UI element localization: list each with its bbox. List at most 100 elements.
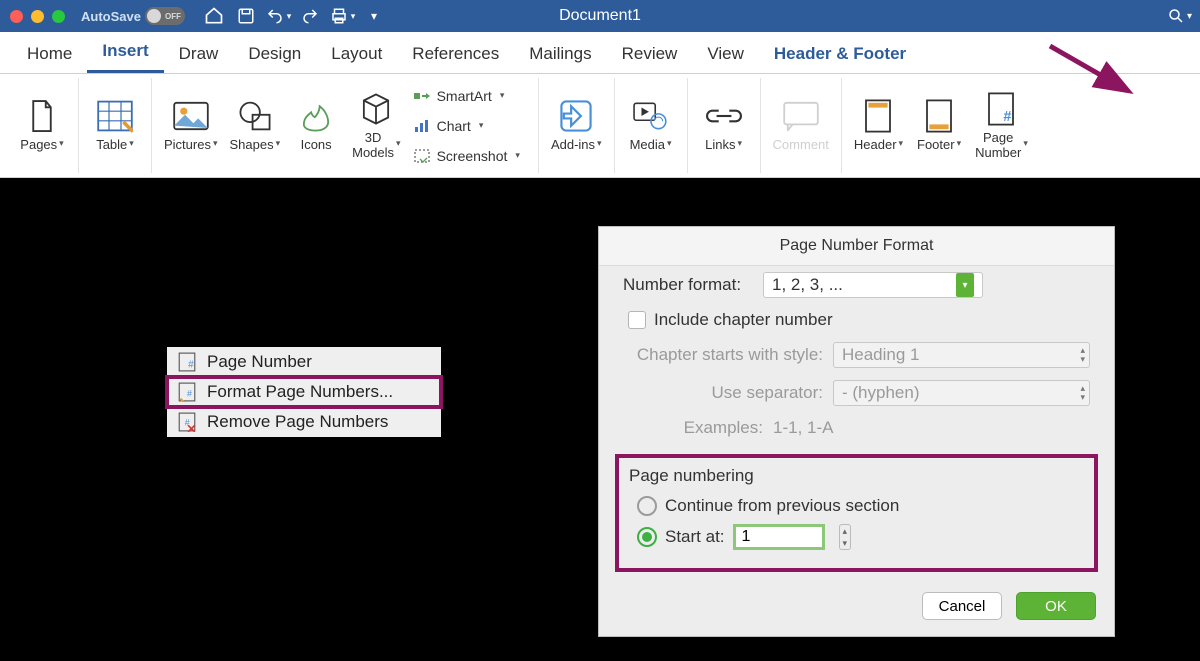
chart-icon <box>413 117 431 135</box>
icons-button[interactable]: Icons <box>288 81 344 171</box>
spinner-icon: ▴▾ <box>1080 346 1085 364</box>
ok-button[interactable]: OK <box>1016 592 1096 620</box>
redo-icon[interactable] <box>295 3 325 29</box>
tab-home[interactable]: Home <box>12 35 87 73</box>
addins-button[interactable]: Add-ins▾ <box>547 81 606 171</box>
dropdown-arrow-icon: ▾ <box>956 273 974 297</box>
page-numbering-title: Page numbering <box>629 466 1084 486</box>
table-button[interactable]: Table▾ <box>87 81 143 171</box>
quick-access-toolbar: ▾ ▾ ▾ <box>199 3 389 29</box>
autosave-label: AutoSave <box>81 9 141 24</box>
tab-mailings[interactable]: Mailings <box>514 35 606 73</box>
footer-button[interactable]: Footer▾ <box>911 81 967 171</box>
tab-design[interactable]: Design <box>233 35 316 73</box>
autosave-state: OFF <box>165 12 181 21</box>
tab-view[interactable]: View <box>692 35 759 73</box>
include-chapter-checkbox[interactable] <box>628 311 646 329</box>
continue-radio[interactable] <box>637 496 657 516</box>
screenshot-icon <box>413 147 431 165</box>
start-at-stepper[interactable]: ▴▾ <box>839 524 852 550</box>
header-icon <box>860 98 896 134</box>
start-at-input[interactable] <box>733 524 825 550</box>
separator-select: - (hyphen) ▴▾ <box>833 380 1090 406</box>
include-chapter-label: Include chapter number <box>654 310 833 330</box>
cube-icon <box>358 91 394 127</box>
page-number-button[interactable]: # Page Number▾ <box>971 81 1032 171</box>
cancel-button[interactable]: Cancel <box>922 592 1002 620</box>
number-format-label: Number format: <box>623 275 763 295</box>
chapter-style-select: Heading 1 ▴▾ <box>833 342 1090 368</box>
examples-value: 1-1, 1-A <box>773 418 833 438</box>
icons-icon <box>298 98 334 134</box>
smartart-icon <box>413 87 431 105</box>
table-icon <box>97 98 133 134</box>
svg-text:#: # <box>187 388 192 398</box>
group-addins: Add-ins▾ <box>539 78 615 173</box>
start-at-radio[interactable] <box>637 527 657 547</box>
media-icon <box>633 98 669 134</box>
group-table: Table▾ <box>79 78 152 173</box>
screenshot-button[interactable]: Screenshot▾ <box>409 143 524 169</box>
ribbon-tabs: Home Insert Draw Design Layout Reference… <box>0 32 1200 74</box>
menu-remove-page-numbers[interactable]: # Remove Page Numbers <box>167 407 441 437</box>
menu-format-page-numbers[interactable]: # Format Page Numbers... <box>167 377 441 407</box>
title-bar: AutoSave OFF ▾ ▾ ▾ Document1 ▾ <box>0 0 1200 32</box>
group-comment: Comment <box>761 78 842 173</box>
tab-references[interactable]: References <box>397 35 514 73</box>
undo-icon[interactable]: ▾ <box>263 3 293 29</box>
header-button[interactable]: Header▾ <box>850 81 907 171</box>
picture-icon <box>173 98 209 134</box>
chart-button[interactable]: Chart▾ <box>409 113 524 139</box>
svg-text:#: # <box>188 360 194 371</box>
tab-header-footer[interactable]: Header & Footer <box>759 35 921 73</box>
spinner-icon: ▴▾ <box>1080 384 1085 402</box>
format-page-numbers-icon: # <box>177 382 197 402</box>
3d-models-button[interactable]: 3D Models▾ <box>348 81 404 171</box>
links-button[interactable]: Links▾ <box>696 81 752 171</box>
shapes-button[interactable]: Shapes▾ <box>226 81 285 171</box>
continue-radio-row[interactable]: Continue from previous section <box>629 492 1084 520</box>
group-header-footer: Header▾ Footer▾ # Page Number▾ <box>842 78 1040 173</box>
search-icon <box>1167 7 1185 25</box>
pictures-button[interactable]: Pictures▾ <box>160 81 222 171</box>
tab-layout[interactable]: Layout <box>316 35 397 73</box>
title-search[interactable]: ▾ <box>1167 7 1192 25</box>
zoom-window-button[interactable] <box>52 10 65 23</box>
examples-label: Examples: <box>623 418 773 438</box>
media-button[interactable]: Media▾ <box>623 81 679 171</box>
save-icon[interactable] <box>231 3 261 29</box>
page-number-format-dialog: Page Number Format Number format: 1, 2, … <box>598 226 1115 637</box>
start-at-radio-row[interactable]: Start at: ▴▾ <box>629 520 1084 554</box>
smartart-button[interactable]: SmartArt▾ <box>409 83 524 109</box>
chapter-style-label: Chapter starts with style: <box>623 345 833 365</box>
number-format-select[interactable]: 1, 2, 3, ... ▾ <box>763 272 983 298</box>
tab-review[interactable]: Review <box>607 35 693 73</box>
tab-draw[interactable]: Draw <box>164 35 234 73</box>
shapes-icon <box>237 98 273 134</box>
page-number-small-icon: # <box>177 352 197 372</box>
autosave-toggle[interactable]: OFF <box>145 7 185 25</box>
pages-button[interactable]: Pages▾ <box>14 81 70 171</box>
page-icon <box>24 98 60 134</box>
home-icon[interactable] <box>199 3 229 29</box>
print-icon[interactable]: ▾ <box>327 3 357 29</box>
tab-insert[interactable]: Insert <box>87 32 163 73</box>
page-number-icon: # <box>983 91 1019 127</box>
close-window-button[interactable] <box>10 10 23 23</box>
svg-text:#: # <box>1004 109 1012 125</box>
page-number-context-menu: # Page Number # Format Page Numbers... #… <box>167 347 441 437</box>
minimize-window-button[interactable] <box>31 10 44 23</box>
ribbon-content: Pages▾ Table▾ Pictures▾ Shapes▾ Icons 3D… <box>0 74 1200 178</box>
comment-button[interactable]: Comment <box>769 81 833 171</box>
menu-page-number[interactable]: # Page Number <box>167 347 441 377</box>
comment-icon <box>783 98 819 134</box>
group-links: Links▾ <box>688 78 761 173</box>
footer-icon <box>921 98 957 134</box>
group-media: Media▾ <box>615 78 688 173</box>
dialog-title: Page Number Format <box>599 227 1114 266</box>
illustrations-mini: SmartArt▾ Chart▾ Screenshot▾ <box>409 83 530 169</box>
qat-customize-icon[interactable]: ▾ <box>359 3 389 29</box>
document-title: Document1 <box>559 7 641 25</box>
separator-label: Use separator: <box>623 383 833 403</box>
remove-page-numbers-icon: # <box>177 412 197 432</box>
